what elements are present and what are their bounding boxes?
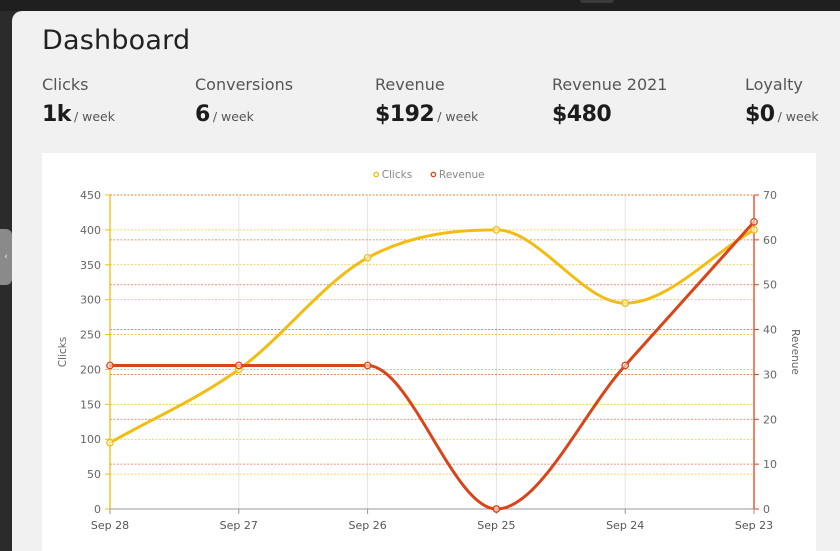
stat-unit: / week bbox=[437, 109, 479, 124]
data-point-revenue bbox=[363, 361, 372, 370]
y2-tick-label: 20 bbox=[763, 413, 777, 426]
y-tick-label: 150 bbox=[80, 398, 101, 411]
sidebar-collapse-toggle[interactable]: ‹ bbox=[0, 229, 12, 285]
stat-label: Loyalty bbox=[745, 75, 803, 94]
chart-card: 0 50 100 150 200 250 300 350 400 450 0 10 20 30 40 50 60… bbox=[42, 153, 816, 551]
data-point-clicks bbox=[106, 438, 114, 447]
y-tick-label: 450 bbox=[80, 189, 101, 202]
page-title: Dashboard bbox=[42, 25, 191, 56]
stat-value: $192 bbox=[375, 102, 435, 127]
y-tick-label: 250 bbox=[80, 329, 101, 342]
clicks-revenue-chart: 0 50 100 150 200 250 300 350 400 450 0 10 20 30 40 50 60… bbox=[57, 169, 801, 532]
dashboard-panel: Dashboard Clicks 1k / week Conversions 6/… bbox=[12, 11, 840, 551]
stat-unit: / week bbox=[212, 109, 254, 124]
data-point-revenue bbox=[234, 361, 243, 370]
x-tick-label: Sep 27 bbox=[220, 519, 258, 532]
y-tick-label: 0 bbox=[94, 503, 101, 516]
legend-label-revenue: Revenue bbox=[439, 169, 485, 181]
data-point-revenue bbox=[750, 218, 758, 226]
window-top-bar bbox=[0, 0, 840, 11]
stat-label: Conversions bbox=[195, 75, 294, 94]
stat-value: $0 bbox=[745, 102, 775, 127]
stat-loyalty: Loyalty $0/ week bbox=[745, 75, 819, 127]
data-point-clicks bbox=[750, 226, 758, 234]
data-point-clicks bbox=[363, 253, 372, 262]
y-axis-title: Clicks bbox=[57, 337, 69, 368]
stat-label: Revenue 2021 bbox=[552, 75, 668, 94]
y2-tick-label: 0 bbox=[763, 503, 770, 516]
stat-unit: / week bbox=[73, 109, 115, 124]
y-tick-label: 400 bbox=[80, 224, 101, 237]
y-tick-label: 50 bbox=[87, 468, 101, 481]
data-point-revenue bbox=[106, 361, 114, 370]
y2-tick-label: 40 bbox=[763, 324, 777, 337]
x-tick-label: Sep 28 bbox=[91, 519, 129, 532]
y2-tick-label: 10 bbox=[763, 458, 777, 471]
y2-axis-title: Revenue bbox=[789, 329, 801, 375]
stat-conversions: Conversions 6/ week bbox=[195, 75, 293, 127]
x-tick-label: Sep 25 bbox=[477, 519, 515, 532]
y2-tick-label: 50 bbox=[763, 279, 777, 292]
data-point-revenue bbox=[492, 505, 501, 513]
legend-marker-revenue bbox=[430, 171, 437, 178]
x-tick-label: Sep 24 bbox=[606, 519, 644, 532]
stat-clicks: Clicks 1k / week bbox=[42, 75, 115, 127]
y-tick-label: 300 bbox=[80, 294, 101, 307]
legend-marker-clicks bbox=[373, 171, 380, 178]
y-tick-label: 100 bbox=[80, 433, 101, 446]
y2-tick-label: 30 bbox=[763, 368, 777, 381]
stat-label: Clicks bbox=[42, 75, 89, 94]
stat-label: Revenue bbox=[375, 75, 445, 94]
y2-tick-label: 60 bbox=[763, 234, 777, 247]
stat-value: 1k bbox=[42, 102, 71, 127]
y-tick-label: 350 bbox=[80, 259, 101, 272]
stat-value: 6 bbox=[195, 102, 210, 127]
y2-tick-label: 70 bbox=[763, 189, 777, 202]
series-line-clicks bbox=[108, 228, 756, 445]
stat-revenue: Revenue $192/ week bbox=[375, 75, 478, 127]
stat-unit: / week bbox=[777, 109, 819, 124]
data-point-revenue bbox=[621, 361, 630, 370]
x-tick-label: Sep 23 bbox=[735, 519, 773, 532]
legend-label-clicks: Clicks bbox=[382, 169, 413, 181]
stat-value: $480 bbox=[552, 102, 612, 127]
x-tick-label: Sep 26 bbox=[348, 519, 386, 532]
top-bar-handle bbox=[580, 0, 614, 3]
chevron-left-icon: ‹ bbox=[4, 252, 8, 262]
data-point-clicks bbox=[621, 299, 630, 308]
data-point-clicks bbox=[492, 226, 501, 234]
y-tick-label: 200 bbox=[80, 363, 101, 376]
stat-revenue-2021: Revenue 2021 $480 bbox=[552, 75, 667, 127]
